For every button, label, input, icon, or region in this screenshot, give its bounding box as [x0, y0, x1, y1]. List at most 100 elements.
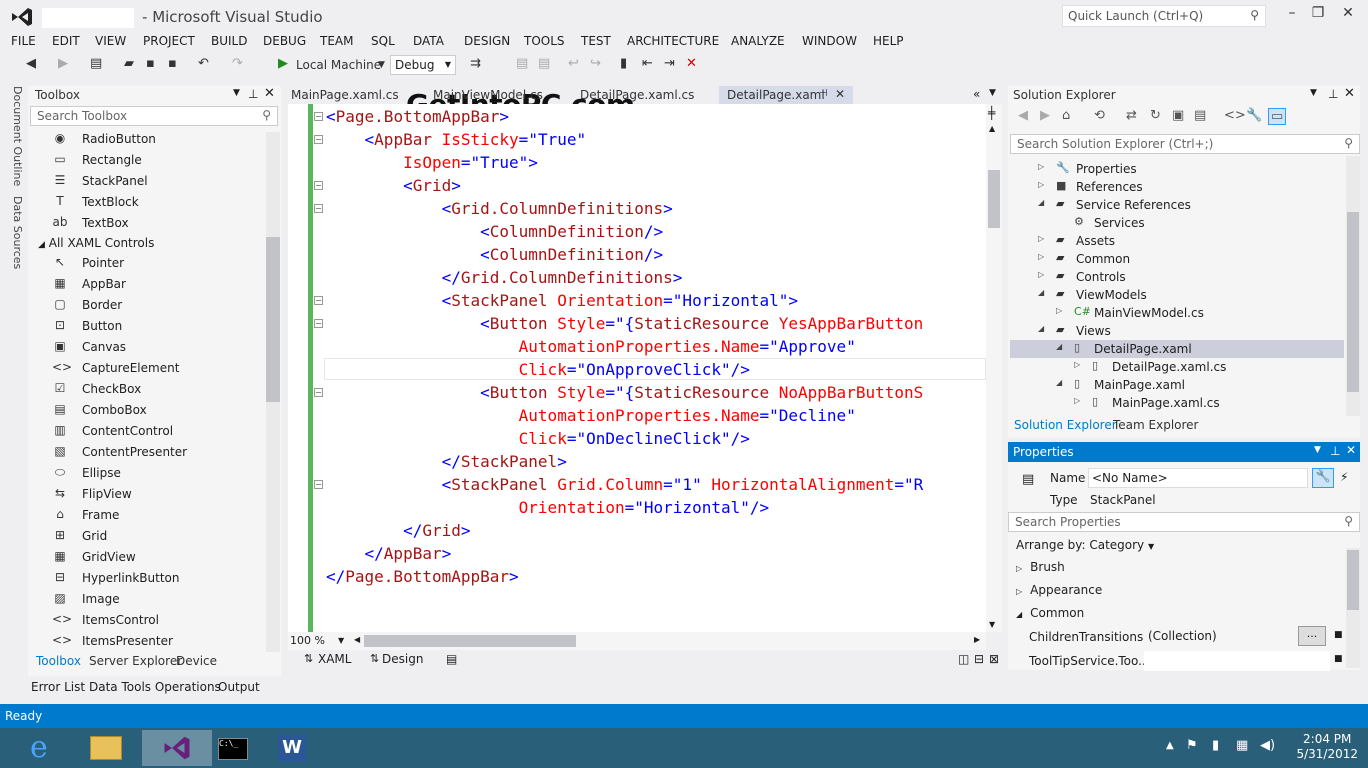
- menu-architecture[interactable]: ARCHITECTURE: [627, 34, 719, 48]
- menu-help[interactable]: HELP: [873, 34, 904, 48]
- toolbox-item-image[interactable]: ▨ Image: [48, 589, 268, 610]
- tab-error-list[interactable]: Error List: [31, 680, 85, 694]
- tab-design[interactable]: Design: [382, 652, 423, 666]
- undo-icon[interactable]: ↶: [198, 56, 209, 71]
- solution-search-input[interactable]: Search Solution Explorer (Ctrl+;) ⚲: [1010, 134, 1360, 154]
- toolbox-item-rectangle[interactable]: ▭ Rectangle: [48, 150, 268, 171]
- events-icon[interactable]: ⚡: [1340, 470, 1348, 484]
- expanded-arrow-icon[interactable]: ◢: [1038, 324, 1044, 333]
- collapsed-arrow-icon[interactable]: ▷: [1074, 360, 1080, 369]
- toolbox-item-textblock[interactable]: T TextBlock: [48, 192, 268, 213]
- power-icon[interactable]: ▮: [1212, 738, 1219, 753]
- solution-scroll-thumb[interactable]: [1347, 212, 1359, 392]
- toolbox-scrollbar[interactable]: [266, 132, 280, 652]
- close-icon[interactable]: ✕: [1346, 443, 1356, 457]
- close-button[interactable]: ✕: [1336, 5, 1360, 23]
- tree-item-common[interactable]: ▷ ▰ Common: [1010, 250, 1344, 268]
- properties-icon[interactable]: 🔧: [1246, 108, 1262, 123]
- toolbox-item-frame[interactable]: ⌂ Frame: [48, 505, 268, 526]
- toolbox-item-pointer[interactable]: ↖ Pointer: [48, 253, 268, 274]
- fold-toggle-icon[interactable]: −: [314, 135, 323, 144]
- view-code-icon[interactable]: <>: [1224, 108, 1246, 123]
- toolbox-item-gridview[interactable]: ▦ GridView: [48, 547, 268, 568]
- tab-detailpage-xaml-cs[interactable]: DetailPage.xaml.cs: [572, 86, 702, 106]
- property-editor-button[interactable]: ...: [1298, 626, 1326, 646]
- new-project-icon[interactable]: ▤: [90, 56, 102, 71]
- horizontal-split-icon[interactable]: ⊟: [974, 652, 984, 666]
- property-category-common[interactable]: ◢ Common: [1016, 606, 1084, 624]
- tree-item-references[interactable]: ▷ ■ References: [1010, 178, 1344, 196]
- collapse-pane-icon[interactable]: ⊠: [989, 652, 999, 666]
- save-icon[interactable]: ▪: [146, 56, 155, 71]
- tab-data-tools-operations[interactable]: Data Tools Operations: [89, 680, 221, 694]
- collapsed-arrow-icon[interactable]: ▷: [1038, 252, 1044, 261]
- menu-window[interactable]: WINDOW: [802, 34, 857, 48]
- preview-icon[interactable]: ▭: [1268, 108, 1287, 125]
- property-category-appearance[interactable]: ▷ Appearance: [1016, 583, 1102, 601]
- tree-item-detailpage-xaml[interactable]: ◢ ▯ DetailPage.xaml: [1010, 340, 1344, 358]
- tab-server-explorer[interactable]: Server Explorer: [89, 654, 182, 668]
- format2-icon[interactable]: ▤: [538, 56, 550, 71]
- menu-data[interactable]: DATA: [413, 34, 444, 48]
- config-dropdown[interactable]: Debug ▼: [390, 55, 456, 75]
- ie-button[interactable]: e: [20, 730, 72, 766]
- back-icon[interactable]: ◀: [26, 56, 36, 71]
- tab-mainviewmodel-cs[interactable]: MainViewModel.cs: [425, 86, 551, 106]
- code-editor[interactable]: <Page.BottomAppBar> <AppBar IsSticky="Tr…: [288, 104, 986, 632]
- menu-team[interactable]: TEAM: [320, 34, 353, 48]
- solution-scrollbar[interactable]: [1346, 156, 1360, 416]
- swap-panes-icon[interactable]: ▤: [446, 652, 457, 666]
- property-category-brush[interactable]: ▷ Brush: [1016, 560, 1065, 578]
- quick-launch-input[interactable]: Quick Launch (Ctrl+Q) ⚲: [1062, 5, 1266, 27]
- toolbox-item-textbox[interactable]: ab TextBox: [48, 213, 268, 234]
- menu-test[interactable]: TEST: [581, 34, 611, 48]
- tab-team-explorer[interactable]: Team Explorer: [1113, 418, 1199, 432]
- chevron-down-icon[interactable]: ▼: [989, 88, 996, 98]
- pin-icon[interactable]: ⊥: [248, 87, 258, 101]
- properties-search-input[interactable]: Search Properties ⚲: [1008, 512, 1360, 532]
- editor-vertical-scrollbar[interactable]: ╪ ▲ ▼: [986, 104, 1002, 632]
- toolbox-item-hyperlinkbutton[interactable]: ⊟ HyperlinkButton: [48, 568, 268, 589]
- pin-icon[interactable]: ⊥: [1328, 87, 1338, 101]
- toolbox-search-input[interactable]: Search Toolbox ⚲: [30, 106, 278, 126]
- minimize-button[interactable]: –: [1280, 5, 1304, 23]
- cmd-button[interactable]: C:\_: [212, 730, 264, 766]
- forward-icon[interactable]: ▶: [1040, 108, 1050, 123]
- clear-bookmarks-icon[interactable]: ✕: [686, 56, 697, 71]
- network-icon[interactable]: ▦: [1236, 738, 1248, 753]
- chevron-down-icon[interactable]: ▼: [378, 60, 385, 70]
- tree-item-service-references[interactable]: ◢ ▰ Service References: [1010, 196, 1344, 214]
- name-input[interactable]: <No Name>: [1088, 468, 1308, 488]
- toolbox-item-combobox[interactable]: ▤ ComboBox: [48, 400, 268, 421]
- property-marker-icon[interactable]: ■: [1334, 654, 1343, 664]
- tab-output[interactable]: Output: [218, 680, 260, 694]
- collapsed-arrow-icon[interactable]: ▷: [1038, 234, 1044, 243]
- toolbox-scroll-thumb[interactable]: [266, 237, 280, 402]
- menu-edit[interactable]: EDIT: [52, 34, 80, 48]
- toolbox-item-contentcontrol[interactable]: ▥ ContentControl: [48, 421, 268, 442]
- tab-mainpage-xaml-cs[interactable]: MainPage.xaml.cs: [283, 86, 407, 106]
- fold-toggle-icon[interactable]: −: [314, 319, 323, 328]
- prev-bookmark-icon[interactable]: ⇤: [642, 56, 653, 71]
- chevron-down-icon[interactable]: ▼: [1314, 445, 1321, 455]
- toolbox-item-captureelement[interactable]: <> CaptureElement: [48, 358, 268, 379]
- vertical-split-icon[interactable]: ◫: [958, 652, 969, 666]
- fold-toggle-icon[interactable]: −: [314, 388, 323, 397]
- pin-icon[interactable]: ⊥: [1330, 444, 1340, 458]
- forward-icon[interactable]: ▶: [58, 56, 68, 71]
- side-tab-document-outline[interactable]: Document Outline: [4, 86, 24, 186]
- collapse-all-icon[interactable]: ▣: [1172, 108, 1184, 123]
- menu-project[interactable]: PROJECT: [143, 34, 195, 48]
- menu-design[interactable]: DESIGN: [464, 34, 510, 48]
- arrange-by-dropdown[interactable]: Arrange by: Category ▼: [1016, 538, 1154, 552]
- tree-item-mainviewmodel-cs[interactable]: ▷ C# MainViewModel.cs: [1010, 304, 1344, 322]
- back-icon[interactable]: ◀: [1018, 108, 1028, 123]
- properties-wrench-icon[interactable]: 🔧: [1312, 468, 1334, 488]
- fold-toggle-icon[interactable]: −: [314, 204, 323, 213]
- menu-build[interactable]: BUILD: [211, 34, 247, 48]
- tray-expand-icon[interactable]: ▲: [1166, 740, 1174, 751]
- toolbox-item-stackpanel[interactable]: ☰ StackPanel: [48, 171, 268, 192]
- fold-toggle-icon[interactable]: −: [314, 296, 323, 305]
- menu-debug[interactable]: DEBUG: [263, 34, 306, 48]
- sync-icon[interactable]: ⇄: [1126, 108, 1137, 123]
